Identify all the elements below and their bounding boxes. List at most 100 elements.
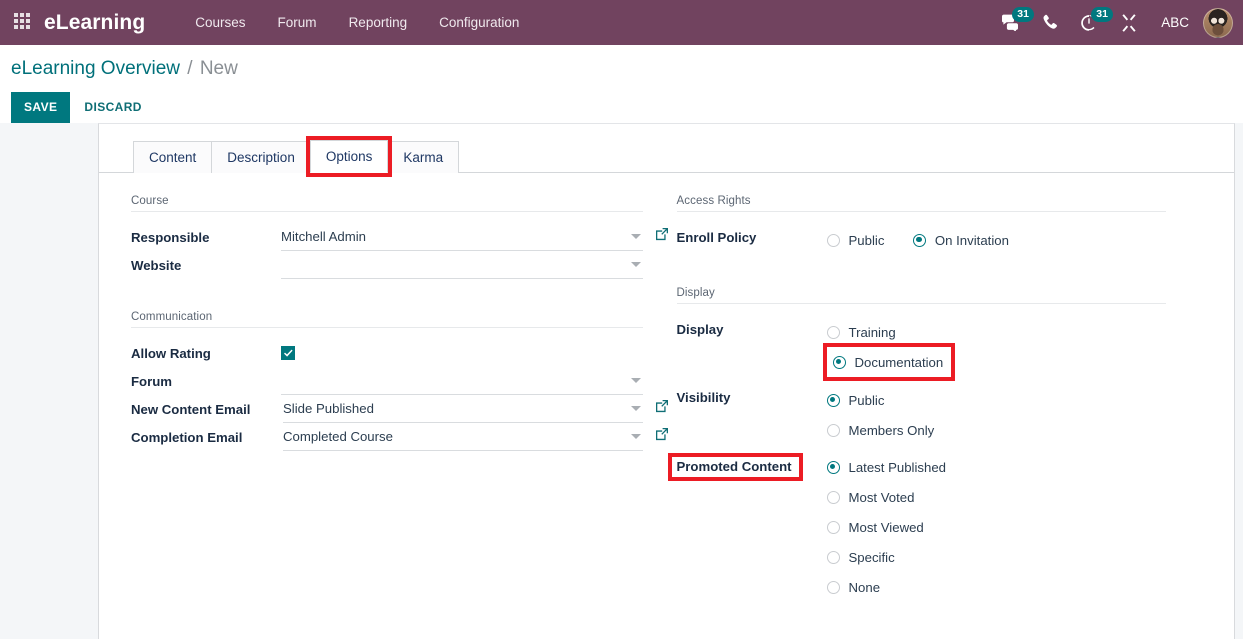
label-allow-rating: Allow Rating xyxy=(131,346,211,361)
field-new-content-email: New Content Email Slide Published xyxy=(131,395,668,423)
field-completion-email: Completion Email Completed Course xyxy=(131,423,668,451)
radio-label: On Invitation xyxy=(934,232,1009,248)
radio-unselected-icon xyxy=(826,490,840,504)
voip-phone-button[interactable] xyxy=(1031,0,1069,45)
tab-options[interactable]: Options xyxy=(305,136,393,177)
radio-label: Latest Published xyxy=(848,459,947,475)
field-promoted-content: Promoted Content Latest Published Most V… xyxy=(667,450,1167,602)
group-title-communication: Communication xyxy=(131,311,643,328)
radio-label: Public xyxy=(848,232,885,248)
messages-menu-button[interactable]: 31 xyxy=(990,0,1034,45)
group-title-access-rights: Access Rights xyxy=(676,195,1166,212)
website-input[interactable] xyxy=(281,251,643,279)
tab-description[interactable]: Description xyxy=(211,141,311,173)
radio-unselected-icon xyxy=(826,423,840,437)
app-brand-elearning[interactable]: eLearning xyxy=(44,11,145,35)
enroll-policy-option-on-invitation[interactable]: On Invitation xyxy=(912,225,1009,255)
label-new-content-email: New Content Email xyxy=(131,402,251,417)
display-option-training[interactable]: Training xyxy=(826,317,1167,347)
responsible-input[interactable]: Mitchell Admin xyxy=(281,223,643,251)
systray: 31 31 ABC xyxy=(990,0,1235,45)
visibility-option-members-only[interactable]: Members Only xyxy=(826,415,1167,445)
chevron-down-icon[interactable] xyxy=(630,406,641,411)
label-display: Display xyxy=(676,322,724,337)
radio-label: Most Voted xyxy=(848,489,915,505)
radio-label: Documentation xyxy=(854,354,944,370)
new-content-email-input[interactable]: Slide Published xyxy=(283,395,643,423)
field-forum: Forum xyxy=(131,367,643,395)
internal-link-icon[interactable] xyxy=(655,227,669,246)
options-tab-body: Course Responsible Mitchell Admin Websit… xyxy=(99,173,1234,602)
chevron-down-icon[interactable] xyxy=(630,262,641,267)
radio-label: Members Only xyxy=(848,422,935,438)
radio-label: Training xyxy=(848,324,896,340)
avatar[interactable] xyxy=(1203,7,1233,38)
label-website: Website xyxy=(131,258,182,273)
promoted-content-option-most-viewed[interactable]: Most Viewed xyxy=(826,512,1167,542)
enroll-policy-option-public[interactable]: Public xyxy=(826,225,885,255)
breadcrumb-root[interactable]: eLearning Overview xyxy=(11,58,180,79)
tab-content[interactable]: Content xyxy=(133,141,213,173)
control-panel: eLearning Overview / New SAVE DISCARD xyxy=(0,45,1243,123)
phone-icon xyxy=(1043,14,1058,29)
menu-reporting[interactable]: Reporting xyxy=(333,0,424,45)
discard-button[interactable]: DISCARD xyxy=(70,92,155,123)
completion-email-input[interactable]: Completed Course xyxy=(283,423,643,451)
chevron-down-icon[interactable] xyxy=(630,234,641,239)
menu-configuration[interactable]: Configuration xyxy=(423,0,535,45)
field-allow-rating: Allow Rating xyxy=(131,339,643,367)
activities-menu-button[interactable]: 31 xyxy=(1069,0,1113,45)
radio-label: Public xyxy=(848,392,885,408)
promoted-content-option-specific[interactable]: Specific xyxy=(826,542,1167,572)
display-option-documentation[interactable]: Documentation xyxy=(822,343,956,381)
tools-icon xyxy=(1122,13,1136,32)
apps-grid-icon[interactable] xyxy=(14,12,34,33)
radio-label: Specific xyxy=(848,549,895,565)
radio-unselected-icon xyxy=(826,233,840,247)
left-column: Course Responsible Mitchell Admin Websit… xyxy=(99,195,668,602)
label-completion-email: Completion Email xyxy=(131,430,243,445)
internal-link-icon[interactable] xyxy=(655,399,669,418)
radio-selected-icon xyxy=(826,460,840,474)
radio-label: None xyxy=(848,579,881,595)
chevron-down-icon[interactable] xyxy=(630,378,641,383)
record-action-buttons: SAVE DISCARD xyxy=(11,92,1243,123)
breadcrumb-current: New xyxy=(199,58,238,79)
menu-courses[interactable]: Courses xyxy=(179,0,261,45)
radio-unselected-icon xyxy=(826,325,840,339)
radio-selected-icon xyxy=(826,393,840,407)
tab-karma[interactable]: Karma xyxy=(387,141,460,173)
menu-forum[interactable]: Forum xyxy=(262,0,333,45)
visibility-radio-group: Public Members Only xyxy=(826,383,1167,445)
field-responsible: Responsible Mitchell Admin xyxy=(131,223,668,251)
promoted-content-option-most-voted[interactable]: Most Voted xyxy=(826,482,1167,512)
save-button[interactable]: SAVE xyxy=(11,92,71,123)
debug-tools-button[interactable] xyxy=(1109,0,1149,45)
group-title-course: Course xyxy=(131,195,643,212)
promoted-content-option-latest-published[interactable]: Latest Published xyxy=(826,452,1167,482)
radio-selected-icon xyxy=(912,233,926,247)
breadcrumb-separator: / xyxy=(187,58,193,79)
radio-selected-icon xyxy=(832,355,846,369)
promoted-content-radio-group: Latest Published Most Voted Most Viewed xyxy=(826,450,1167,602)
breadcrumb: eLearning Overview / New xyxy=(11,58,1243,80)
chevron-down-icon[interactable] xyxy=(630,434,641,439)
promoted-content-option-none[interactable]: None xyxy=(826,572,1167,602)
internal-link-icon[interactable] xyxy=(655,427,669,446)
label-enroll-policy: Enroll Policy xyxy=(676,230,757,245)
display-radio-group: Training Documentation xyxy=(822,315,1167,381)
field-website: Website xyxy=(131,251,643,279)
visibility-option-public[interactable]: Public xyxy=(826,385,1167,415)
field-display: Display Training Documentation xyxy=(676,315,1167,381)
check-icon xyxy=(284,349,293,357)
allow-rating-checkbox[interactable] xyxy=(281,346,295,360)
label-forum: Forum xyxy=(131,374,173,389)
group-title-display: Display xyxy=(676,287,1166,304)
field-visibility: Visibility Public Members Only xyxy=(677,383,1167,445)
field-enroll-policy: Enroll Policy Public On Invitation xyxy=(677,223,1167,255)
user-menu-button[interactable]: ABC xyxy=(1149,15,1201,30)
completion-email-value: Completed Course xyxy=(283,429,393,444)
forum-input[interactable] xyxy=(281,367,643,395)
